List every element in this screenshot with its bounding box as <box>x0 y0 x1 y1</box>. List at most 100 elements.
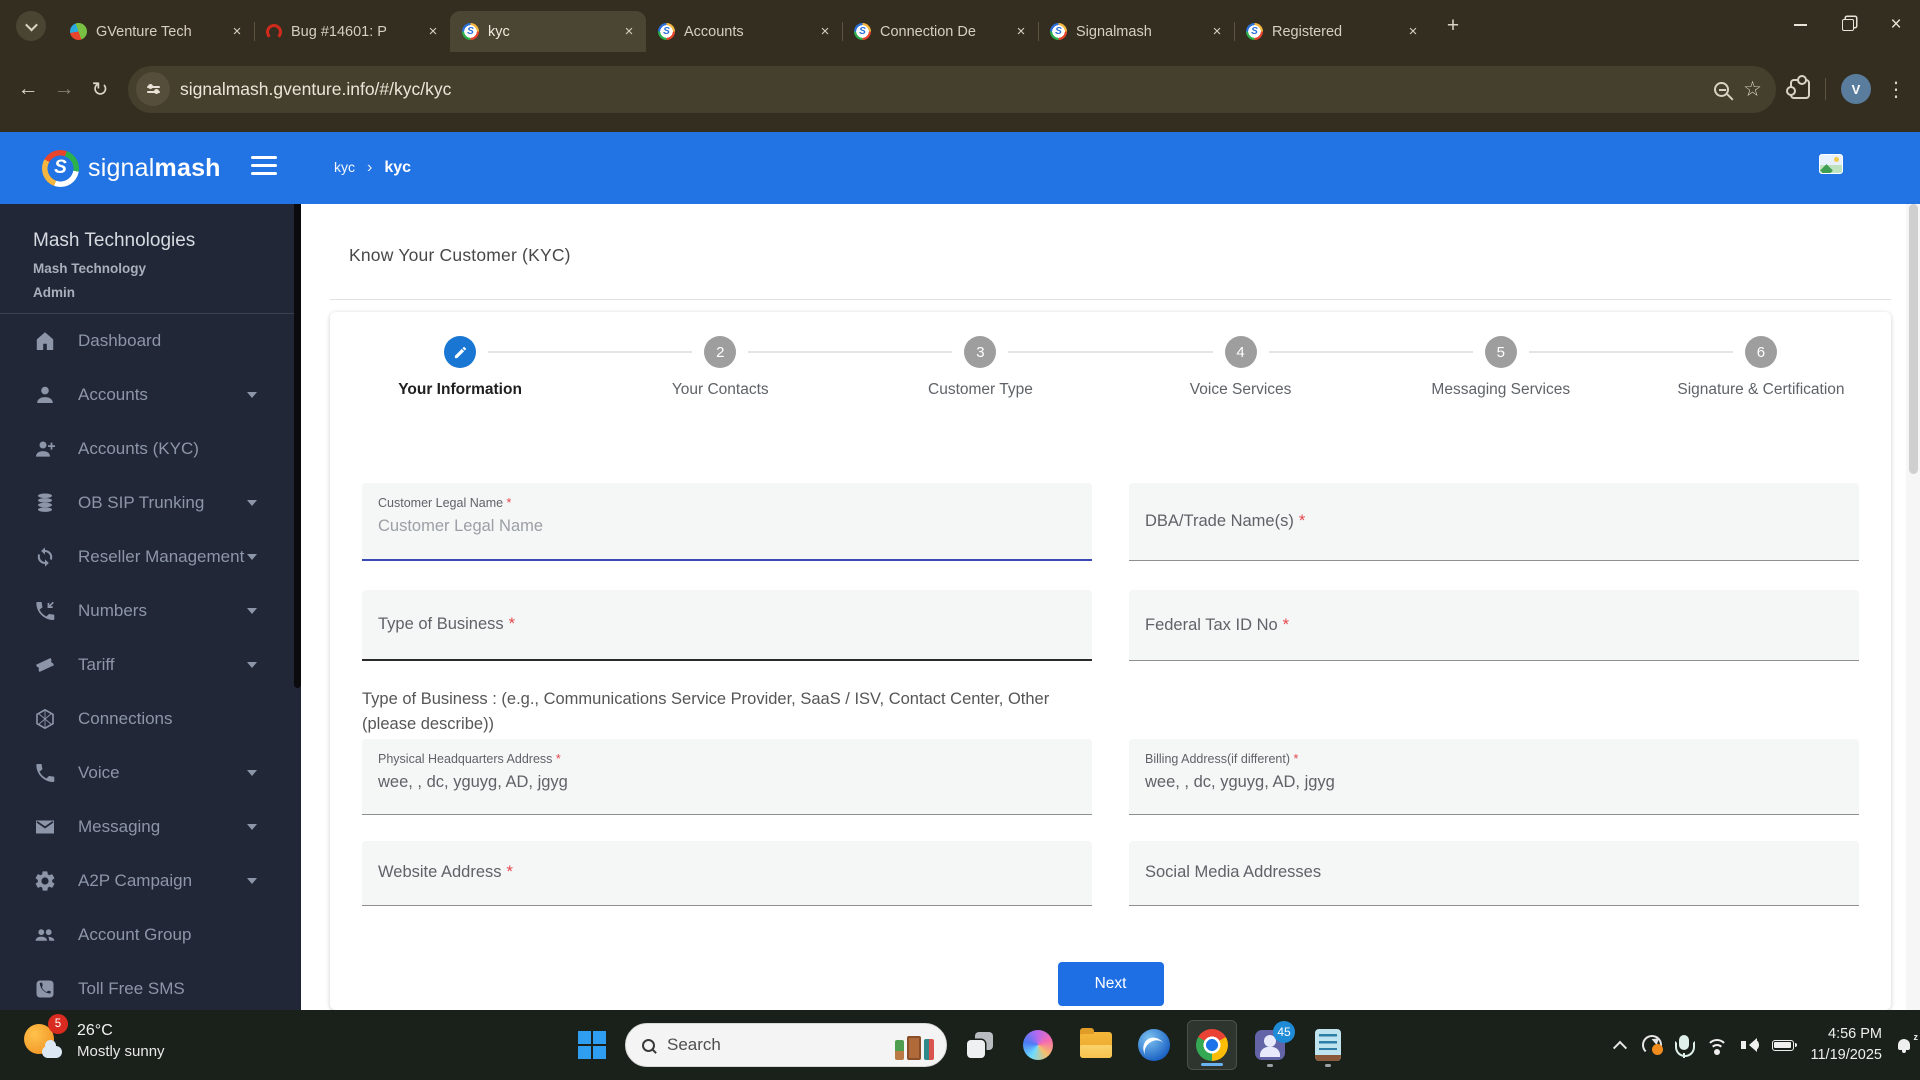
notepad-button[interactable] <box>1303 1020 1353 1070</box>
profile-image-icon[interactable] <box>1819 154 1843 174</box>
sidebar-item-a2p-campaign[interactable]: A2P Campaign <box>0 854 301 908</box>
tab-close-icon[interactable] <box>1404 23 1422 41</box>
tab-title: Signalmash <box>1076 23 1152 40</box>
physical-hq-address-field[interactable]: Physical Headquarters Address * wee, , d… <box>362 738 1092 815</box>
sidebar-item-numbers[interactable]: Numbers <box>0 584 301 638</box>
close-window-button[interactable] <box>1872 0 1920 50</box>
teams-button[interactable]: 45 <box>1245 1020 1295 1070</box>
breadcrumb-current[interactable]: kyc <box>384 159 411 177</box>
running-app-indicator <box>1267 1064 1273 1067</box>
step-6[interactable]: 6 Signature & Certification <box>1631 336 1891 399</box>
sidebar-item-label: Dashboard <box>78 331 162 350</box>
website-address-field[interactable]: Website Address * <box>362 840 1092 906</box>
step-4[interactable]: 4 Voice Services <box>1111 336 1371 399</box>
step-label: Customer Type <box>928 381 1033 398</box>
content-scrollbar-thumb[interactable] <box>1909 204 1918 474</box>
browser-tab[interactable]: S Accounts <box>646 11 842 52</box>
browser-tab[interactable]: Bug #14601: P <box>254 11 450 52</box>
content-scrollbar[interactable] <box>1906 204 1920 1010</box>
customer-legal-name-field[interactable]: Customer Legal Name * <box>362 483 1092 561</box>
field-label: Social Media Addresses <box>1145 863 1322 881</box>
step-1[interactable]: Your Information <box>330 336 590 399</box>
tab-close-icon[interactable] <box>816 23 834 41</box>
tab-close-icon[interactable] <box>1208 23 1226 41</box>
sidebar-item-account-group[interactable]: Account Group <box>0 908 301 962</box>
task-view-button[interactable] <box>955 1020 1005 1070</box>
sidebar-item-accounts-kyc[interactable]: Accounts (KYC) <box>0 422 301 476</box>
weather-widget[interactable]: 5 26°C Mostly sunny <box>24 1014 165 1060</box>
forward-button[interactable] <box>46 71 82 107</box>
browser-tab[interactable]: GVenture Tech <box>58 11 254 52</box>
step-3[interactable]: 3 Customer Type <box>850 336 1110 399</box>
sidebar-item-ob-sip-trunking[interactable]: OB SIP Trunking <box>0 476 301 530</box>
next-button[interactable]: Next <box>1057 961 1164 1006</box>
person-icon <box>33 383 57 407</box>
file-explorer-button[interactable] <box>1071 1020 1121 1070</box>
sidebar-item-connections[interactable]: Connections <box>0 692 301 746</box>
reload-button[interactable] <box>82 71 118 107</box>
tab-close-icon[interactable] <box>620 23 638 41</box>
step-connector <box>1528 351 1733 353</box>
dba-trade-name-field[interactable]: DBA/Trade Name(s) * <box>1129 483 1859 561</box>
tray-overflow-icon[interactable] <box>1612 1040 1627 1055</box>
browser-tab[interactable]: Skyc <box>450 11 646 52</box>
tab-search-button[interactable] <box>16 11 46 41</box>
battery-icon <box>1771 1039 1797 1051</box>
sync-icon[interactable] <box>1641 1035 1663 1055</box>
clock-date: 11/19/2025 <box>1810 1047 1883 1063</box>
tab-close-icon[interactable] <box>228 23 246 41</box>
zoom-out-icon[interactable] <box>1714 81 1730 97</box>
address-bar[interactable]: signalmash.gventure.info/#/kyc/kyc <box>128 65 1776 113</box>
restore-button[interactable] <box>1824 0 1872 50</box>
sidebar-item-reseller-management[interactable]: Reseller Management <box>0 530 301 584</box>
new-tab-button[interactable] <box>1438 11 1468 41</box>
browser-tab[interactable]: S Registered <box>1234 11 1430 52</box>
microphone-icon[interactable] <box>1674 1034 1695 1058</box>
step-connector <box>488 351 693 353</box>
social-media-field[interactable]: Social Media Addresses <box>1129 840 1859 906</box>
back-button[interactable] <box>10 71 46 107</box>
type-of-business-field[interactable]: Type of Business * <box>362 590 1092 661</box>
tab-title: GVenture Tech <box>96 23 192 40</box>
chrome-button[interactable] <box>1187 1020 1237 1070</box>
profile-avatar[interactable]: V <box>1841 74 1871 104</box>
billing-address-value[interactable]: wee, , dc, yguyg, AD, jgyg <box>1145 773 1843 792</box>
copilot-button[interactable] <box>1013 1020 1063 1070</box>
browser-tab[interactable]: S Connection De <box>842 11 1038 52</box>
sidebar-item-voice[interactable]: Voice <box>0 746 301 800</box>
hamburger-menu-icon[interactable] <box>251 156 277 175</box>
breadcrumb-parent[interactable]: kyc <box>334 159 355 175</box>
site-info-icon[interactable] <box>136 72 170 106</box>
sidebar-scrollbar[interactable] <box>294 204 301 688</box>
thunderbird-button[interactable] <box>1129 1020 1179 1070</box>
search-input[interactable] <box>667 1035 895 1055</box>
browser-menu-icon[interactable] <box>1886 77 1906 102</box>
step-label: Messaging Services <box>1431 381 1571 398</box>
taskbar-search[interactable] <box>625 1023 947 1067</box>
tab-title: Connection De <box>880 23 976 40</box>
sidebar-item-dashboard[interactable]: Dashboard <box>0 314 301 368</box>
physical-hq-address-value[interactable]: wee, , dc, yguyg, AD, jgyg <box>378 773 1076 792</box>
notification-bell-icon[interactable]: z <box>1897 1032 1918 1053</box>
step-2[interactable]: 2 Your Contacts <box>590 336 850 399</box>
billing-address-field[interactable]: Billing Address(if different) * wee, , d… <box>1129 738 1859 815</box>
tab-close-icon[interactable] <box>1012 23 1030 41</box>
extensions-icon[interactable] <box>1786 75 1810 99</box>
step-5[interactable]: 5 Messaging Services <box>1371 336 1631 399</box>
browser-tab[interactable]: S Signalmash <box>1038 11 1234 52</box>
sidebar-item-accounts[interactable]: Accounts <box>0 368 301 422</box>
sidebar-item-messaging[interactable]: Messaging <box>0 800 301 854</box>
customer-legal-name-input[interactable] <box>378 517 1076 536</box>
web-page: S signalmash kyc › kyc Mash Technologies… <box>0 132 1920 1010</box>
taskbar-clock[interactable]: 4:56 PM 11/19/2025 <box>1811 1024 1883 1066</box>
federal-tax-id-field[interactable]: Federal Tax ID No * <box>1129 590 1859 661</box>
start-button[interactable] <box>567 1020 617 1070</box>
sidebar-item-toll-free-sms[interactable]: Toll Free SMS <box>0 962 301 1010</box>
envelope-icon <box>33 815 57 839</box>
bookmark-star-icon[interactable] <box>1743 77 1762 102</box>
network-volume-battery-group[interactable] <box>1705 1037 1797 1055</box>
tab-close-icon[interactable] <box>424 23 442 41</box>
sidebar-item-tariff[interactable]: Tariff <box>0 638 301 692</box>
url-text[interactable]: signalmash.gventure.info/#/kyc/kyc <box>180 79 451 100</box>
minimize-button[interactable] <box>1776 0 1824 50</box>
